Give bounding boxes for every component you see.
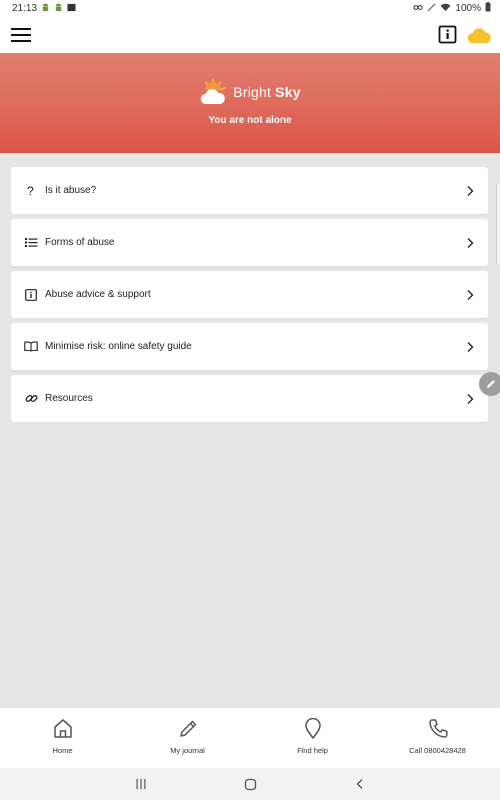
app-bar xyxy=(0,17,500,53)
nav-label: Call 0800428428 xyxy=(409,746,466,755)
menu-item-label: Resources xyxy=(45,393,93,404)
recent-apps-button[interactable] xyxy=(131,776,151,792)
list-icon xyxy=(24,236,38,250)
menu-item-minimise-risk[interactable]: Minimise risk: online safety guide xyxy=(11,323,488,370)
book-icon xyxy=(24,340,38,354)
link-icon xyxy=(24,392,38,406)
back-button[interactable] xyxy=(350,776,370,792)
menu-item-is-it-abuse[interactable]: ? Is it abuse? xyxy=(11,167,488,214)
home-circle-icon xyxy=(244,778,256,790)
chevron-right-icon xyxy=(465,288,475,302)
menu-item-label: Abuse advice & support xyxy=(45,289,151,300)
status-bar: 21:13 100% xyxy=(0,0,500,17)
tagline: You are not alone xyxy=(208,115,292,126)
android-icon xyxy=(54,2,63,15)
info-icon xyxy=(438,25,457,44)
info-icon xyxy=(24,288,38,302)
wifi-icon xyxy=(440,3,451,15)
nav-label: My journal xyxy=(170,746,205,755)
recent-apps-icon xyxy=(136,779,146,789)
menu-item-forms-of-abuse[interactable]: Forms of abuse xyxy=(11,219,488,266)
nav-my-journal[interactable]: My journal xyxy=(125,708,250,769)
menu-item-abuse-advice-support[interactable]: Abuse advice & support xyxy=(11,271,488,318)
main-menu-list: ? Is it abuse? Forms of abuse Abuse advi… xyxy=(11,167,488,427)
nav-home[interactable]: Home xyxy=(0,708,125,769)
scrollbar[interactable] xyxy=(496,183,500,265)
menu-item-label: Is it abuse? xyxy=(45,185,97,196)
pencil-icon xyxy=(179,720,196,737)
weather-disguise-button[interactable] xyxy=(467,26,492,44)
bright-sky-logo-icon xyxy=(201,78,227,105)
battery-icon xyxy=(485,2,491,15)
bottom-navigation: Home My journal Find help Call 080042842… xyxy=(0,707,500,769)
system-navigation-bar xyxy=(0,768,500,800)
hamburger-menu-button[interactable] xyxy=(10,25,32,45)
pencil-icon xyxy=(487,380,495,388)
back-chevron-icon xyxy=(356,779,363,789)
floating-edit-button[interactable] xyxy=(479,372,500,396)
notification-icon xyxy=(67,3,76,15)
nav-label: Find help xyxy=(297,746,328,755)
signal-off-icon xyxy=(427,3,436,15)
nav-call[interactable]: Call 0800428428 xyxy=(375,708,500,769)
menu-item-resources[interactable]: Resources xyxy=(11,375,488,422)
info-button[interactable] xyxy=(438,25,458,45)
home-system-button[interactable] xyxy=(240,776,260,792)
status-time: 21:13 xyxy=(12,3,38,14)
chevron-right-icon xyxy=(465,236,475,250)
menu-item-label: Minimise risk: online safety guide xyxy=(45,341,192,352)
hero-banner: Bright Sky You are not alone xyxy=(0,53,500,153)
question-icon: ? xyxy=(24,184,38,198)
nav-label: Home xyxy=(52,746,73,755)
brand-logo: Bright Sky xyxy=(0,77,500,107)
android-icon xyxy=(41,2,50,15)
nav-find-help[interactable]: Find help xyxy=(250,708,375,769)
location-pin-icon xyxy=(304,718,321,739)
chevron-right-icon xyxy=(465,392,475,406)
chevron-right-icon xyxy=(465,184,475,198)
svg-text:?: ? xyxy=(27,184,34,198)
home-icon xyxy=(53,719,72,738)
menu-item-label: Forms of abuse xyxy=(45,237,115,248)
hamburger-icon xyxy=(11,28,31,42)
phone-icon xyxy=(428,719,448,738)
cloud-icon xyxy=(467,28,491,44)
chevron-right-icon xyxy=(465,340,475,354)
battery-level: 100% xyxy=(455,3,481,14)
app-name: Bright Sky xyxy=(233,84,301,100)
vpn-key-icon xyxy=(413,3,423,15)
